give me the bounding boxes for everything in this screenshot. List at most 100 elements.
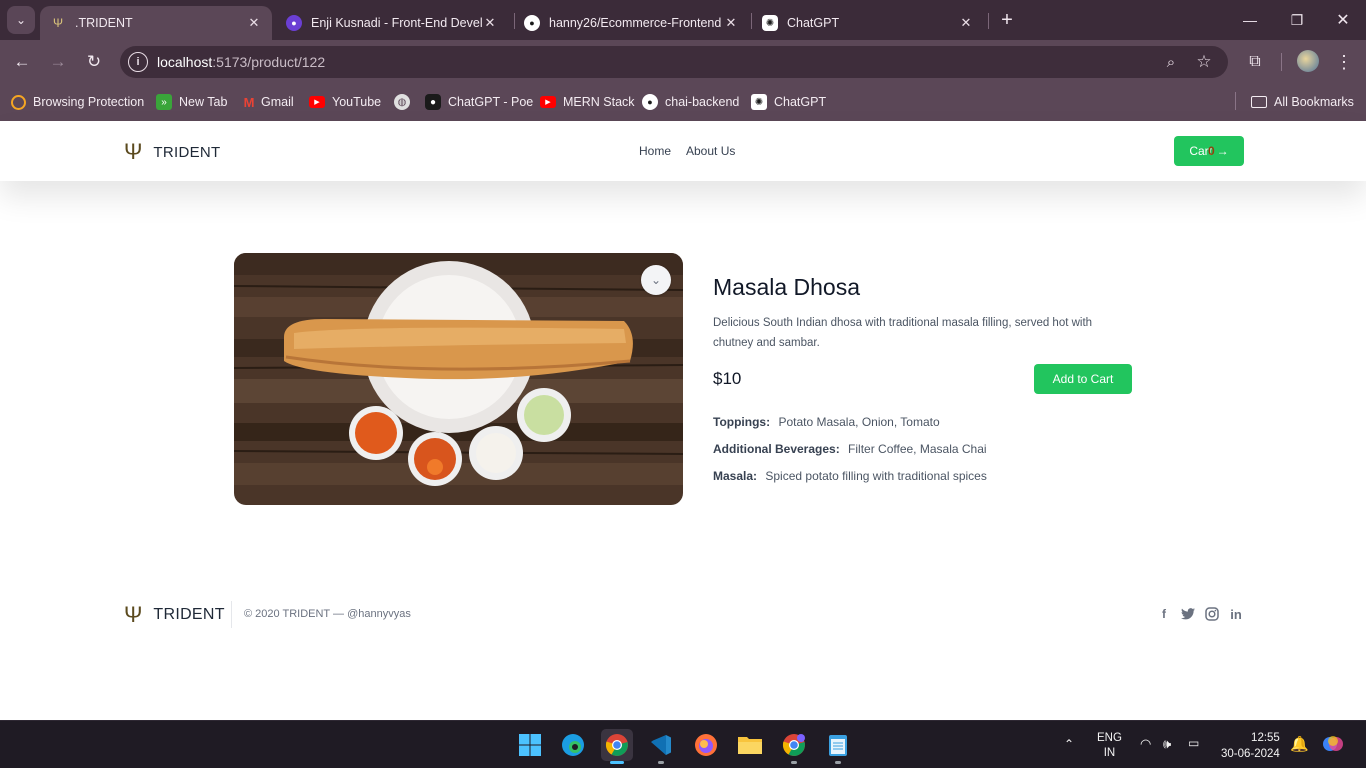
- reload-button[interactable]: ↻: [81, 49, 107, 75]
- footer-brand-link[interactable]: Ψ TRIDENT: [124, 602, 225, 628]
- bookmark-chatgpt[interactable]: ✺ ChatGPT: [751, 92, 826, 112]
- bookmark-label: YouTube: [332, 95, 382, 109]
- cart-button[interactable]: Cart 0 →: [1174, 136, 1244, 166]
- attribute-value: Filter Coffee, Masala Chai: [848, 442, 987, 456]
- url-path: :5173/product/122: [212, 54, 326, 70]
- edge-icon: [562, 734, 584, 756]
- restore-button[interactable]: ❐: [1285, 8, 1309, 32]
- product-price: $10: [713, 369, 742, 388]
- close-icon[interactable]: ✕: [723, 15, 739, 31]
- notepad-icon: [829, 735, 847, 756]
- bookmark-star-icon[interactable]: ☆: [1194, 52, 1214, 72]
- product-image: [234, 253, 683, 505]
- forward-button[interactable]: →: [45, 49, 71, 75]
- close-icon[interactable]: ✕: [482, 15, 498, 31]
- taskbar-notepad[interactable]: [822, 729, 854, 764]
- linkedin-icon[interactable]: in: [1228, 606, 1244, 622]
- arrow-right-icon: →: [1216, 144, 1229, 158]
- globe-icon: ●: [286, 15, 302, 31]
- tab-enji-kusnadi[interactable]: ● Enji Kusnadi - Front-End Develop ✕: [276, 6, 508, 40]
- taskbar-file-explorer[interactable]: [734, 729, 766, 761]
- start-button[interactable]: [514, 729, 546, 761]
- twitter-icon[interactable]: [1180, 606, 1196, 622]
- arrow-left-icon: ←: [13, 52, 31, 71]
- taskbar-vscode[interactable]: [645, 729, 677, 764]
- bookmark-label: ChatGPT - Poe: [448, 95, 534, 109]
- region-code: IN: [1103, 747, 1116, 759]
- bookmark-label: ChatGPT: [774, 95, 827, 109]
- wifi-icon[interactable]: ◠: [1140, 736, 1151, 752]
- nav-about-link[interactable]: About Us: [686, 144, 735, 158]
- heart-icon: ⌄: [650, 273, 662, 287]
- attribute-key: Toppings:: [713, 415, 771, 429]
- reload-icon: ↻: [86, 52, 102, 71]
- chrome-icon: [605, 734, 628, 756]
- close-icon[interactable]: ✕: [958, 15, 974, 31]
- all-bookmarks-button[interactable]: All Bookmarks: [1251, 92, 1354, 112]
- chrome-icon: [782, 734, 805, 756]
- volume-icon[interactable]: 🕪: [1163, 736, 1171, 752]
- running-indicator: [791, 761, 797, 764]
- taskbar-chrome-profile[interactable]: [778, 729, 810, 764]
- language-code: ENG: [1097, 732, 1122, 744]
- vscode-icon: [651, 735, 671, 755]
- close-icon[interactable]: ✕: [246, 15, 262, 31]
- minimize-icon: —: [1243, 12, 1257, 28]
- clock-time: 12:55: [1251, 732, 1280, 744]
- attribute-value: Spiced potato filling with traditional s…: [765, 469, 987, 483]
- url-text[interactable]: localhost:5173/product/122: [157, 54, 325, 70]
- shield-icon: [11, 94, 26, 110]
- add-to-cart-button[interactable]: Add to Cart: [1034, 364, 1132, 394]
- extensions-icon[interactable]: ⧉: [1243, 50, 1267, 74]
- nav-home-link[interactable]: Home: [639, 144, 671, 158]
- minimize-button[interactable]: —: [1238, 8, 1262, 32]
- bookmark-globe[interactable]: ◍: [394, 92, 410, 112]
- kebab-menu-icon[interactable]: ⋮: [1332, 50, 1356, 74]
- brand-logo-link[interactable]: Ψ TRIDENT: [124, 139, 221, 165]
- instagram-icon[interactable]: [1204, 606, 1220, 622]
- running-indicator: [610, 761, 624, 764]
- tab-title: hanny26/Ecommerce-Frontend: [549, 16, 722, 30]
- bookmarks-bar: Browsing Protection » New Tab M Gmail ▶ …: [0, 84, 1366, 121]
- taskbar-edge[interactable]: [557, 729, 589, 761]
- brand-name: TRIDENT: [153, 143, 221, 161]
- back-button[interactable]: ←: [9, 49, 35, 75]
- bookmark-chai-backend[interactable]: ● chai-backend: [642, 92, 739, 112]
- bookmark-mern-stack[interactable]: ▶ MERN Stack: [540, 92, 635, 112]
- taskbar-chrome[interactable]: [601, 729, 633, 764]
- new-tab-button[interactable]: +: [995, 8, 1019, 32]
- bookmark-youtube[interactable]: ▶ YouTube: [309, 92, 381, 112]
- browser-toolbar: ← → ↻ i localhost:5173/product/122 ⌕ ☆ ⧉…: [0, 40, 1366, 84]
- bookmark-chatgpt-poe[interactable]: ● ChatGPT - Poe: [425, 92, 533, 112]
- tab-chatgpt[interactable]: ✺ ChatGPT ✕: [752, 6, 984, 40]
- running-indicator: [835, 761, 841, 764]
- site-info-icon[interactable]: i: [128, 52, 148, 72]
- wishlist-button[interactable]: ⌄: [641, 265, 671, 295]
- bookmarks-separator: [1235, 92, 1236, 110]
- tab-title: .TRIDENT: [75, 16, 133, 30]
- facebook-icon[interactable]: f: [1156, 606, 1172, 622]
- tab-trident[interactable]: Ψ .TRIDENT ✕: [40, 6, 272, 40]
- copilot-button[interactable]: [1321, 732, 1345, 759]
- bookmark-new-tab[interactable]: » New Tab: [156, 92, 227, 112]
- notification-bell-icon[interactable]: 🔔: [1290, 735, 1309, 753]
- language-indicator[interactable]: ENG IN: [1097, 731, 1122, 761]
- tab-search-button[interactable]: ⌄: [7, 6, 35, 34]
- profile-avatar[interactable]: [1297, 50, 1319, 72]
- address-bar[interactable]: i localhost:5173/product/122 ⌕ ☆: [120, 46, 1228, 78]
- bookmark-label: MERN Stack: [563, 95, 635, 109]
- taskbar-firefox[interactable]: [690, 729, 722, 761]
- close-window-button[interactable]: ✕: [1331, 8, 1355, 32]
- chevron-up-icon: ⌃: [1064, 737, 1075, 751]
- battery-icon[interactable]: ▭: [1188, 736, 1199, 750]
- bookmark-label: Gmail: [261, 95, 294, 109]
- show-hidden-icons-button[interactable]: ⌃: [1064, 737, 1074, 751]
- url-host: localhost: [157, 54, 213, 70]
- product-title: Masala Dhosa: [713, 274, 861, 300]
- bookmark-browsing-protection[interactable]: Browsing Protection: [11, 92, 144, 112]
- tab-github-repo[interactable]: ● hanny26/Ecommerce-Frontend ✕: [514, 6, 749, 40]
- clock[interactable]: 12:55 30-06-2024: [1221, 730, 1280, 762]
- bookmark-gmail[interactable]: M Gmail: [241, 92, 294, 112]
- bookmark-label: Browsing Protection: [33, 95, 145, 109]
- zoom-icon[interactable]: ⌕: [1161, 52, 1181, 72]
